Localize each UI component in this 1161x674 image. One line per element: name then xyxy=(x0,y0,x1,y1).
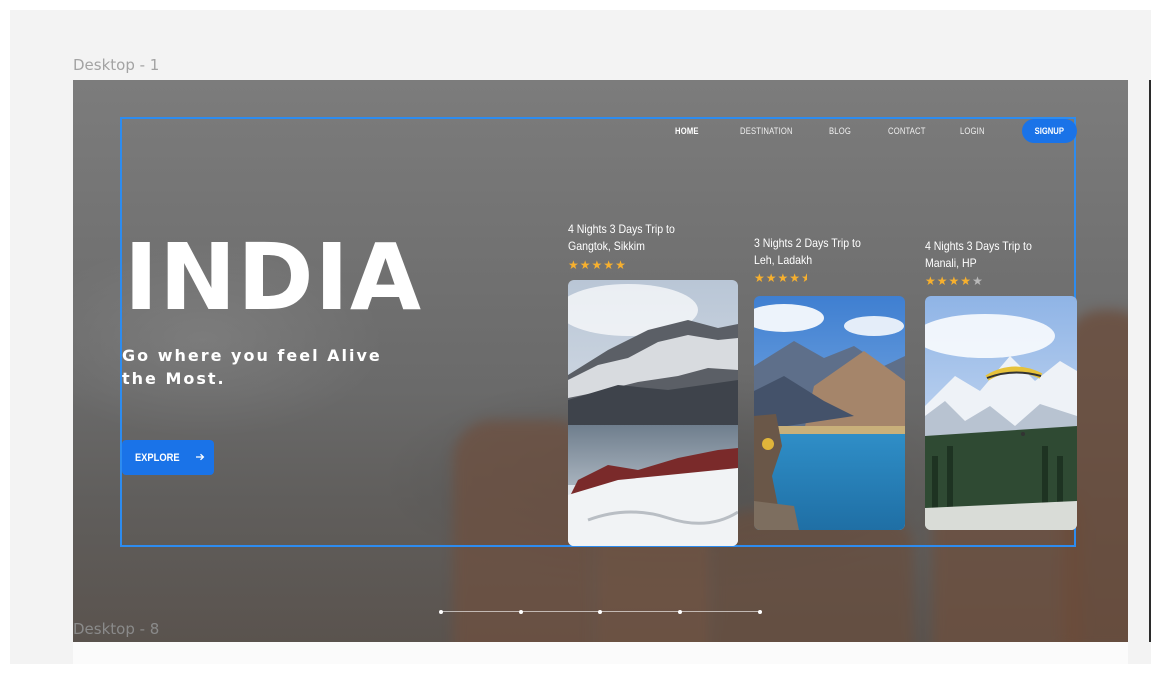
explore-button[interactable]: EXPLORE xyxy=(122,440,214,475)
slider-dot[interactable] xyxy=(678,610,682,614)
canvas-edge xyxy=(1149,80,1151,642)
nav-login[interactable]: LOGIN xyxy=(960,126,985,138)
explore-label: EXPLORE xyxy=(135,451,180,464)
paraglider-snow-peaks-image xyxy=(925,296,1077,530)
slider-dot[interactable] xyxy=(598,610,602,614)
star-icon: ★ xyxy=(960,274,973,288)
star-icon: ★ xyxy=(936,274,949,288)
trip-card-manali[interactable] xyxy=(925,296,1077,530)
frame-label-top[interactable]: Desktop - 1 xyxy=(73,56,159,74)
trip-title-line: Leh, Ladakh xyxy=(754,253,813,267)
trip-card-gangtok[interactable] xyxy=(568,280,738,546)
trip-title-line: Manali, HP xyxy=(925,256,977,270)
star-icon: ★ xyxy=(603,258,616,272)
rating-stars-gangtok: ★★★★★ xyxy=(568,259,627,271)
star-icon: ★ xyxy=(765,271,778,285)
star-icon: ★ xyxy=(754,271,766,285)
star-icon: ★ xyxy=(948,274,961,288)
blue-mountain-lake-image xyxy=(754,296,905,530)
hero-title: INDIA xyxy=(124,224,423,331)
slider-pagination xyxy=(439,610,762,614)
trip-title-line: 4 Nights 3 Days Trip to xyxy=(925,239,1032,253)
signup-button[interactable]: SIGNUP xyxy=(1022,119,1077,143)
arrow-right-icon xyxy=(195,452,205,464)
trip-title-line: Gangtok, Sikkim xyxy=(568,239,645,253)
nav-blog[interactable]: BLOG xyxy=(829,126,851,138)
trip-title-line: 4 Nights 3 Days Trip to xyxy=(568,222,675,236)
hero-tagline: Go where you feel Alive the Most. xyxy=(122,346,382,388)
trip-title-leh[interactable]: 3 Nights 2 Days Trip to Leh, Ladakh xyxy=(754,235,861,269)
next-frame xyxy=(73,642,1128,664)
slider-dot[interactable] xyxy=(519,610,523,614)
slider-dot[interactable] xyxy=(439,610,443,614)
star-empty-icon: ★ xyxy=(972,274,984,288)
trip-title-line: 3 Nights 2 Days Trip to xyxy=(754,236,861,250)
star-icon: ★ xyxy=(591,258,604,272)
signup-label: SIGNUP xyxy=(1034,126,1065,136)
trip-title-gangtok[interactable]: 4 Nights 3 Days Trip to Gangtok, Sikkim xyxy=(568,221,675,255)
nav-destination[interactable]: DESTINATION xyxy=(740,126,793,138)
frame-label-bottom[interactable]: Desktop - 8 xyxy=(73,620,159,638)
snowy-mountain-lake-image xyxy=(568,280,738,546)
rating-stars-leh: ★★★★★ xyxy=(754,272,807,284)
star-icon: ★ xyxy=(615,258,627,272)
trip-card-leh[interactable] xyxy=(754,296,905,530)
nav-contact[interactable]: CONTACT xyxy=(888,126,926,138)
star-icon: ★ xyxy=(925,274,937,288)
star-half-icon: ★ xyxy=(801,272,807,284)
slider-dot[interactable] xyxy=(758,610,762,614)
nav-home[interactable]: HOME xyxy=(675,126,699,138)
rating-stars-manali: ★★★★★ xyxy=(925,275,984,287)
trip-title-manali[interactable]: 4 Nights 3 Days Trip to Manali, HP xyxy=(925,238,1032,272)
star-icon: ★ xyxy=(789,271,802,285)
star-icon: ★ xyxy=(579,258,592,272)
star-icon: ★ xyxy=(777,271,790,285)
star-icon: ★ xyxy=(568,258,580,272)
